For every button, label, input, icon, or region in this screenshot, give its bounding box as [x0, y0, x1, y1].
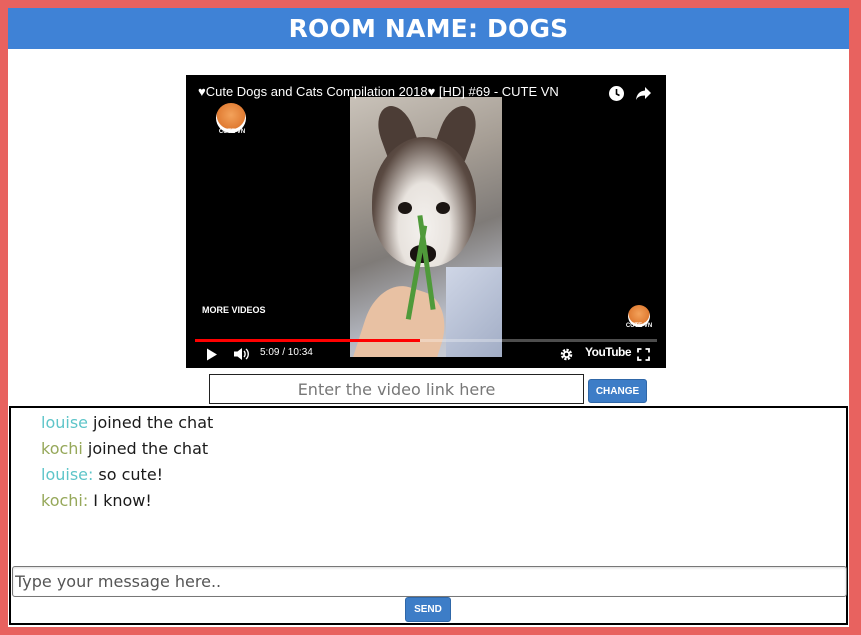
video-player[interactable]: ♥Cute Dogs and Cats Compilation 2018♥ [H…	[186, 75, 666, 368]
play-icon[interactable]	[206, 348, 218, 361]
dog-eye-right	[436, 202, 450, 214]
share-icon[interactable]	[635, 86, 652, 101]
chat-text: so cute!	[98, 465, 164, 484]
youtube-logo[interactable]: YouTube	[585, 345, 632, 359]
chat-username: louise	[41, 413, 88, 432]
send-button[interactable]: SEND	[405, 597, 451, 622]
settings-icon[interactable]	[560, 348, 573, 361]
time-display: 5:09 / 10:34	[260, 347, 313, 358]
watermark-text: CUTE VN	[625, 323, 653, 329]
chat-username: kochi	[41, 439, 83, 458]
app-container: ROOM NAME: DOGS ♥Cute Dogs and Cats Comp…	[8, 8, 849, 627]
change-button[interactable]: CHANGE	[588, 379, 647, 403]
progress-fill	[195, 339, 420, 342]
message-input[interactable]	[12, 566, 847, 597]
watch-later-icon[interactable]	[608, 85, 625, 102]
room-title: ROOM NAME: DOGS	[288, 14, 569, 43]
chat-messages: louise joined the chat kochi joined the ch…	[41, 410, 213, 514]
chat-text: joined the chat	[87, 439, 209, 458]
chat-message: kochi joined the chat	[41, 436, 213, 462]
video-frame	[350, 97, 502, 357]
channel-logo-text: CUTE VN	[218, 129, 246, 135]
channel-logo-icon[interactable]: CUTE VN	[216, 103, 246, 135]
progress-bar[interactable]	[195, 339, 657, 342]
chat-username: kochi:	[41, 491, 89, 510]
video-title[interactable]: ♥Cute Dogs and Cats Compilation 2018♥ [H…	[198, 84, 559, 99]
chat-panel: louise joined the chat kochi joined the ch…	[9, 406, 848, 625]
hand	[350, 277, 456, 357]
chat-message: kochi: I know!	[41, 488, 213, 514]
video-link-input[interactable]	[209, 374, 584, 404]
watermark-logo-icon[interactable]: CUTE VN	[626, 305, 652, 329]
chat-message: louise: so cute!	[41, 462, 213, 488]
dog-eye-left	[398, 202, 412, 214]
volume-icon[interactable]	[233, 347, 251, 361]
chat-text: joined the chat	[93, 413, 214, 432]
more-videos-link[interactable]: MORE VIDEOS	[202, 305, 266, 315]
chat-message: louise joined the chat	[41, 410, 213, 436]
cloth	[446, 267, 502, 357]
fullscreen-icon[interactable]	[637, 348, 650, 361]
chat-username: louise:	[41, 465, 94, 484]
room-header: ROOM NAME: DOGS	[8, 8, 849, 49]
chat-text: I know!	[93, 491, 152, 510]
